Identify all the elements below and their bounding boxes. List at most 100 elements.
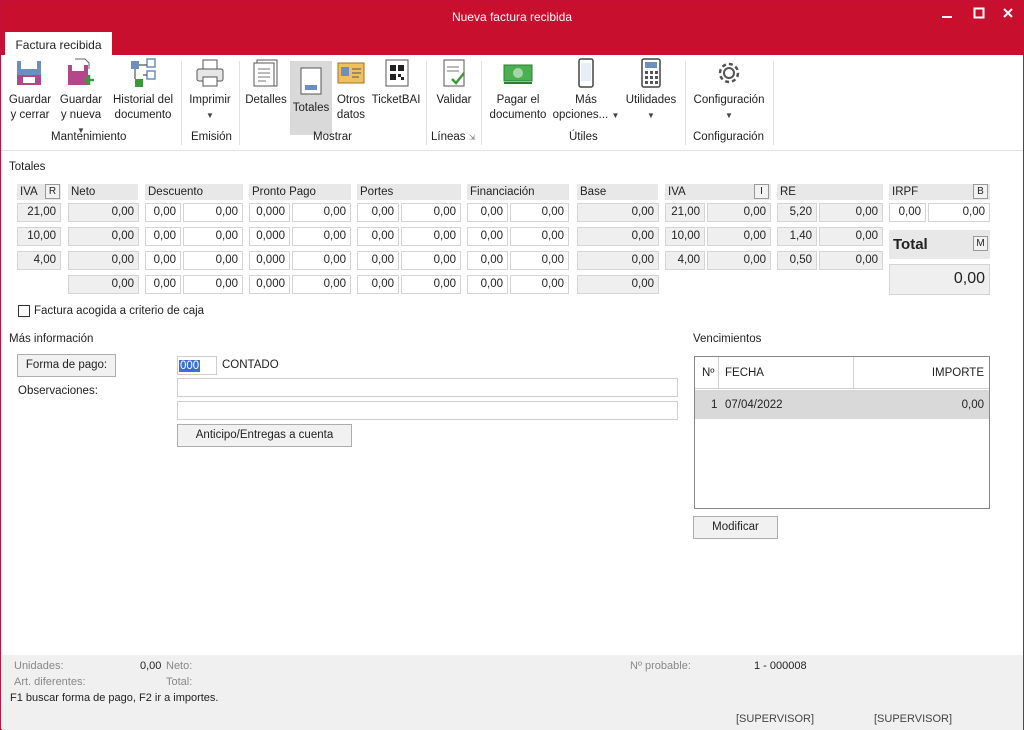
row2-neto: 0,00 [68, 227, 139, 246]
row3-iva: 4,00 [17, 251, 61, 270]
save-close-label-2: y cerrar [10, 109, 50, 121]
row2-pp-pct[interactable]: 0,000 [249, 227, 290, 246]
header-pronto-pago: Pronto Pago [249, 184, 351, 200]
header-portes: Portes [357, 184, 461, 200]
print-button[interactable]: Imprimir ▼ [187, 57, 233, 123]
row2-desc-val[interactable]: 0,00 [183, 227, 243, 246]
forma-pago-code: 000 [179, 360, 201, 372]
row2-fin-val[interactable]: 0,00 [510, 227, 569, 246]
row3-portes-val[interactable]: 0,00 [401, 251, 461, 270]
row3-fin-pct[interactable]: 0,00 [467, 251, 508, 270]
validate-button[interactable]: Validar [432, 57, 476, 108]
ribbon-separator [239, 61, 240, 145]
row2-iva-pct: 10,00 [665, 227, 705, 246]
row-importe: 0,00 [961, 399, 984, 411]
save-close-button[interactable]: Guardar y cerrar [7, 57, 53, 123]
total-fin-val[interactable]: 0,00 [510, 275, 569, 294]
configuration-button[interactable]: Configuración ▼ [689, 57, 769, 123]
row3-portes-pct[interactable]: 0,00 [357, 251, 399, 270]
tab-factura-recibida[interactable]: Factura recibida [5, 32, 112, 55]
ribbon-separator [773, 61, 774, 145]
dialog-launcher-icon[interactable]: ⇲ [469, 133, 476, 142]
ticketbai-label: TicketBAI [371, 94, 421, 106]
table-row[interactable]: 1 07/04/2022 0,00 [695, 390, 989, 419]
ticketbai-button[interactable]: TicketBAI [371, 57, 421, 108]
row3-re-val: 0,00 [819, 251, 883, 270]
toggle-r[interactable]: R [45, 184, 60, 199]
observaciones-input-1[interactable] [177, 378, 678, 397]
irpf-pct[interactable]: 0,00 [889, 203, 926, 222]
help-text: F1 buscar forma de pago, F2 ir a importe… [10, 692, 219, 704]
save-new-label-2: y nueva [60, 109, 102, 121]
total-pp-pct[interactable]: 0,000 [249, 275, 290, 294]
row1-iva-pct: 21,00 [665, 203, 705, 222]
history-button[interactable]: Historial del documento [109, 57, 177, 123]
utilities-label: Utilidades [625, 94, 677, 106]
phone-icon [578, 58, 594, 88]
row3-iva-val: 0,00 [707, 251, 771, 270]
save-new-button[interactable]: Guardar y nueva ▼ [57, 57, 105, 138]
row3-desc-pct[interactable]: 0,00 [145, 251, 181, 270]
modificar-button[interactable]: Modificar [693, 516, 778, 539]
total-portes-val[interactable]: 0,00 [401, 275, 461, 294]
validate-icon [443, 59, 465, 87]
col-n: Nº [702, 367, 715, 379]
minimize-icon[interactable] [937, 7, 957, 23]
total-base: 0,00 [577, 275, 659, 294]
chevron-down-icon: ▼ [206, 111, 214, 120]
row2-fin-pct[interactable]: 0,00 [467, 227, 508, 246]
close-icon[interactable] [998, 7, 1018, 23]
row1-neto: 0,00 [68, 203, 139, 222]
more-options-button[interactable]: Más opciones... ▼ [552, 57, 620, 123]
forma-pago-button[interactable]: Forma de pago: [17, 354, 116, 377]
total-portes-pct[interactable]: 0,00 [357, 275, 399, 294]
total-pp-val[interactable]: 0,00 [292, 275, 351, 294]
row3-pp-pct[interactable]: 0,000 [249, 251, 290, 270]
toggle-b[interactable]: B [973, 184, 988, 199]
row1-portes-pct[interactable]: 0,00 [357, 203, 399, 222]
pay-document-button[interactable]: Pagar el documento [487, 57, 549, 123]
row1-fin-val[interactable]: 0,00 [510, 203, 569, 222]
other-data-button[interactable]: Otros datos [334, 57, 368, 123]
col-divider [853, 357, 854, 389]
total-fin-pct[interactable]: 0,00 [467, 275, 508, 294]
anticipo-button[interactable]: Anticipo/Entregas a cuenta [177, 424, 352, 447]
row1-pp-pct[interactable]: 0,000 [249, 203, 290, 222]
group-configuracion: Configuración [693, 131, 764, 143]
totals-button[interactable]: Totales [290, 61, 332, 135]
row2-desc-pct[interactable]: 0,00 [145, 227, 181, 246]
row2-pp-val[interactable]: 0,00 [292, 227, 351, 246]
row3-desc-val[interactable]: 0,00 [183, 251, 243, 270]
toggle-i[interactable]: I [754, 184, 769, 199]
vencimientos-table: Nº FECHA IMPORTE 1 07/04/2022 0,00 [694, 356, 990, 509]
row1-pp-val[interactable]: 0,00 [292, 203, 351, 222]
maximize-icon[interactable] [969, 7, 989, 23]
row1-portes-val[interactable]: 0,00 [401, 203, 461, 222]
group-utiles: Útiles [569, 131, 598, 143]
row2-portes-val[interactable]: 0,00 [401, 227, 461, 246]
total-desc-pct[interactable]: 0,00 [145, 275, 181, 294]
row3-fin-val[interactable]: 0,00 [510, 251, 569, 270]
row1-desc-pct[interactable]: 0,00 [145, 203, 181, 222]
toggle-m[interactable]: M [973, 236, 988, 251]
row3-pp-val[interactable]: 0,00 [292, 251, 351, 270]
row1-fin-pct[interactable]: 0,00 [467, 203, 508, 222]
total-neto: 0,00 [68, 275, 139, 294]
irpf-val[interactable]: 0,00 [928, 203, 990, 222]
criterio-caja-checkbox[interactable] [18, 305, 30, 317]
gear-icon [718, 62, 740, 84]
ribbon-separator [426, 61, 427, 145]
total-desc-val[interactable]: 0,00 [183, 275, 243, 294]
title-bar: Nueva factura recibida [1, 1, 1023, 32]
unidades-label: Unidades: [14, 660, 64, 672]
row2-iva-val: 0,00 [707, 227, 771, 246]
row1-re-val: 0,00 [819, 203, 883, 222]
utilities-button[interactable]: Utilidades ▼ [623, 57, 679, 123]
details-button[interactable]: Detalles [244, 57, 288, 108]
row2-portes-pct[interactable]: 0,00 [357, 227, 399, 246]
forma-pago-code-input[interactable]: 000 [177, 356, 217, 375]
header-descuento: Descuento [145, 184, 243, 200]
row1-desc-val[interactable]: 0,00 [183, 203, 243, 222]
header-neto: Neto [68, 184, 138, 200]
observaciones-input-2[interactable] [177, 401, 678, 420]
